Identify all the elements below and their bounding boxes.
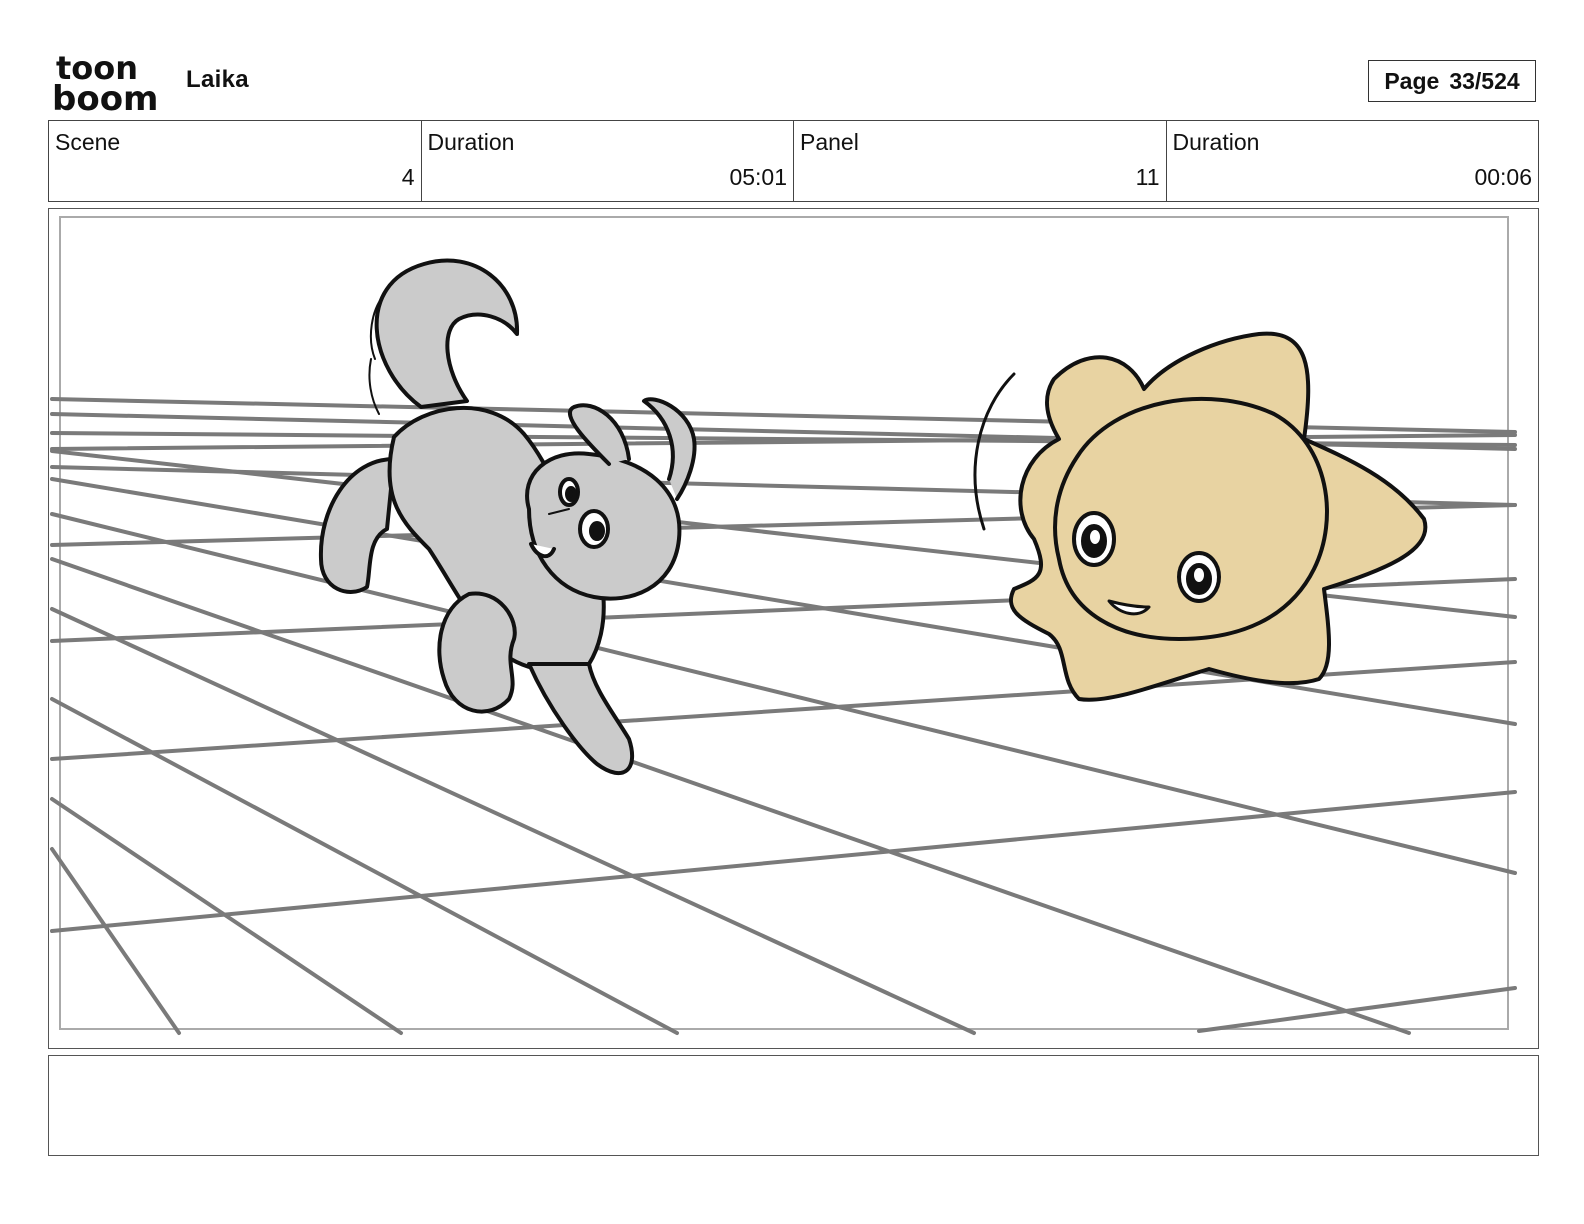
- scene-duration-label: Duration: [427, 129, 515, 155]
- notes-box: [48, 1055, 1539, 1156]
- dog-character: [318, 258, 697, 776]
- page-label: Page: [1384, 67, 1440, 94]
- scene-duration-value: 05:01: [729, 164, 787, 190]
- project-title: Laika: [186, 66, 249, 93]
- panel-value: 11: [1135, 164, 1160, 190]
- scene-label: Scene: [55, 129, 121, 155]
- storyboard-panel: [48, 208, 1539, 1049]
- page-value: 33/524: [1449, 67, 1520, 94]
- panel-label: Panel: [800, 129, 859, 155]
- toon-boom-logo-icon: toon boom: [52, 52, 158, 112]
- logo-text-boom: boom: [52, 79, 158, 112]
- scene-value: 4: [401, 164, 415, 190]
- info-table: Scene 4 Duration 05:01 Panel 11 Duration…: [48, 120, 1539, 202]
- panel-duration-value: 00:06: [1474, 164, 1532, 190]
- scene-cell: Scene 4: [49, 121, 422, 201]
- panel-duration-label: Duration: [1172, 129, 1260, 155]
- panel-cell: Panel 11: [794, 121, 1167, 201]
- panel-duration-cell: Duration 00:06: [1167, 121, 1539, 201]
- scene-duration-cell: Duration 05:01: [422, 121, 794, 201]
- panel-sketch: [50, 216, 1517, 1035]
- page-counter: Page 33/524: [1368, 60, 1536, 102]
